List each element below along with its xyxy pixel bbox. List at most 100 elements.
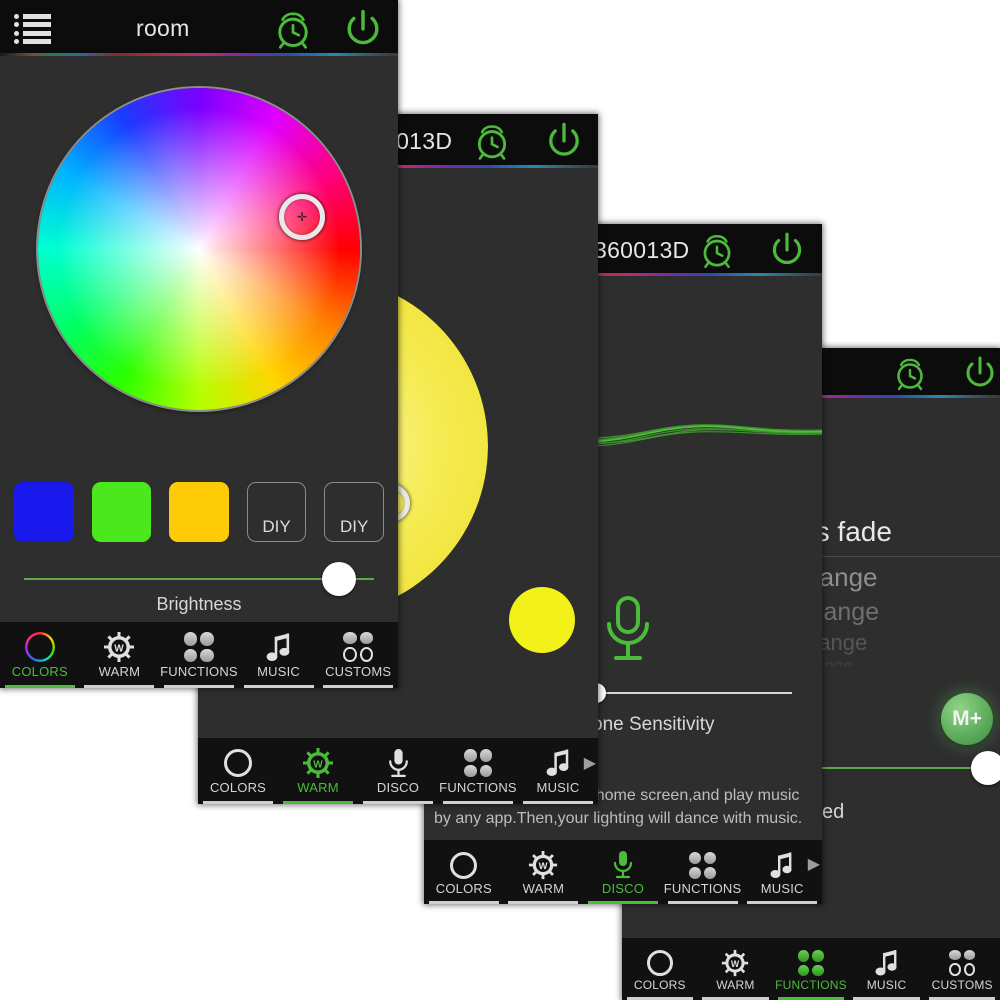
alarm-clock-icon[interactable] — [890, 354, 930, 394]
color-swatch-row[interactable]: DIY DIY — [14, 482, 384, 542]
tab-functions[interactable]: FUNCTIONS — [663, 840, 743, 904]
four-dots-icon — [797, 948, 824, 978]
tab-underline — [4, 685, 75, 688]
tab-underline — [323, 685, 394, 688]
power-icon[interactable] — [542, 120, 586, 164]
tab-underline — [202, 801, 274, 804]
circle-outline-icon — [646, 948, 673, 978]
mic-sensitivity-slider[interactable] — [586, 679, 792, 707]
music-note-icon — [769, 849, 795, 881]
tab-underline — [747, 901, 818, 904]
svg-text:W: W — [313, 760, 323, 771]
svg-text:W: W — [115, 644, 125, 655]
tab-underline — [84, 685, 155, 688]
svg-text:W: W — [539, 861, 548, 871]
power-icon[interactable] — [766, 230, 808, 272]
four-dots-icon — [689, 849, 717, 881]
swatch-green[interactable] — [91, 482, 152, 542]
four-dots-icon — [183, 630, 214, 664]
rainbow-divider — [0, 53, 398, 56]
tab-functions[interactable]: FUNCTIONS — [773, 938, 849, 1000]
nav-more-arrow[interactable]: ▶ — [808, 854, 820, 874]
warm-gear-w-icon: W — [721, 948, 749, 978]
music-note-icon — [265, 630, 293, 664]
tab-customs[interactable]: CUSTOMS — [924, 938, 1000, 1000]
tab-colors[interactable]: COLORS — [0, 622, 80, 688]
circle-outline-icon — [450, 849, 478, 881]
tab-warm[interactable]: W WARM — [278, 738, 358, 804]
color-wheel-gradient[interactable] — [38, 88, 360, 410]
power-icon[interactable] — [960, 354, 1000, 394]
warm-gear-w-icon: W — [528, 849, 558, 881]
microphone-icon[interactable] — [599, 594, 657, 666]
tab-underline — [362, 801, 434, 804]
alarm-clock-icon[interactable] — [470, 120, 514, 164]
tab-disco[interactable]: DISCO — [358, 738, 438, 804]
tab-warm[interactable]: W WARM — [80, 622, 160, 688]
tab-colors[interactable]: COLORS — [424, 840, 504, 904]
tab-underline — [428, 901, 499, 904]
brightness-slider[interactable] — [24, 562, 374, 596]
tab-underline — [667, 901, 738, 904]
knob-crosshair: ✛ — [296, 210, 308, 224]
tab-underline — [442, 801, 514, 804]
colors-bottom-nav[interactable]: COLORS W WARM FUNCTIONS MUSIC CUSTOMS — [0, 622, 398, 688]
tab-underline — [163, 685, 235, 688]
tab-underline — [243, 685, 314, 688]
tab-music[interactable]: MUSIC — [849, 938, 925, 1000]
mic-slider-track — [592, 692, 792, 694]
disco-title: 360013D — [594, 237, 690, 263]
mic-sensitivity-label: one Sensitivity — [592, 714, 715, 735]
microphone-icon — [387, 746, 410, 780]
speed-slider-thumb[interactable] — [970, 751, 1000, 785]
speed-slider-label: ed — [822, 801, 845, 823]
tab-underline — [587, 901, 659, 904]
color-ring-icon — [24, 630, 55, 664]
music-note-icon — [545, 746, 572, 780]
color-wheel[interactable]: ✛ — [38, 88, 360, 410]
tab-customs[interactable]: CUSTOMS — [318, 622, 398, 688]
music-note-icon — [874, 948, 900, 978]
customs-dots-icon — [343, 630, 374, 664]
tab-underline — [282, 801, 354, 804]
colors-header: room — [0, 0, 398, 56]
functions-bottom-nav[interactable]: COLORS W WARM FUNCTIONS MUSIC CUSTOMS — [622, 938, 1000, 1000]
swatch-blue[interactable] — [14, 482, 74, 542]
tab-warm[interactable]: W WARM — [698, 938, 774, 1000]
warm-bottom-nav[interactable]: COLORS W WARM DISCO FUNCTIONS MUSIC ▶ — [198, 738, 598, 804]
svg-text:W: W — [731, 959, 740, 969]
customs-dots-icon — [949, 948, 976, 978]
tab-underline — [508, 901, 579, 904]
colors-title: room — [136, 15, 190, 41]
alarm-clock-icon[interactable] — [270, 7, 316, 53]
tab-underline — [522, 801, 594, 804]
swatch-diy-1[interactable]: DIY — [246, 482, 307, 542]
disco-bottom-nav[interactable]: COLORS W WARM DISCO FUNCTIONS MUSIC ▶ — [424, 840, 822, 904]
speed-slider[interactable] — [822, 751, 1000, 785]
nav-more-arrow[interactable]: ▶ — [584, 753, 596, 773]
tab-colors[interactable]: COLORS — [622, 938, 698, 1000]
tab-functions[interactable]: FUNCTIONS — [438, 738, 518, 804]
swatch-amber[interactable] — [169, 482, 229, 542]
brightness-slider-label: Brightness — [156, 594, 242, 614]
menu-icon[interactable] — [14, 14, 52, 44]
tab-disco[interactable]: DISCO — [583, 840, 663, 904]
alarm-clock-icon[interactable] — [696, 230, 738, 272]
audio-waveform — [594, 409, 822, 459]
warm-gear-w-icon: W — [103, 630, 135, 664]
tab-music[interactable]: MUSIC — [239, 622, 319, 688]
screenshot-panel-colors[interactable]: room ✛ DIY DIY Brightness COLORS W WARM … — [0, 0, 398, 688]
brightness-slider-thumb[interactable] — [322, 562, 356, 596]
tab-warm[interactable]: W WARM — [504, 840, 584, 904]
tab-colors[interactable]: COLORS — [198, 738, 278, 804]
warm-gear-w-icon: W — [302, 746, 334, 780]
warm-preview-dot — [509, 587, 575, 653]
microphone-icon — [612, 849, 634, 881]
circle-outline-icon — [224, 746, 252, 780]
memory-add-button[interactable]: M+ — [941, 693, 993, 745]
swatch-diy-2[interactable]: DIY — [324, 482, 384, 542]
four-dots-icon — [464, 746, 492, 780]
color-wheel-knob[interactable]: ✛ — [279, 194, 325, 240]
power-icon[interactable] — [340, 7, 386, 53]
tab-functions[interactable]: FUNCTIONS — [159, 622, 239, 688]
